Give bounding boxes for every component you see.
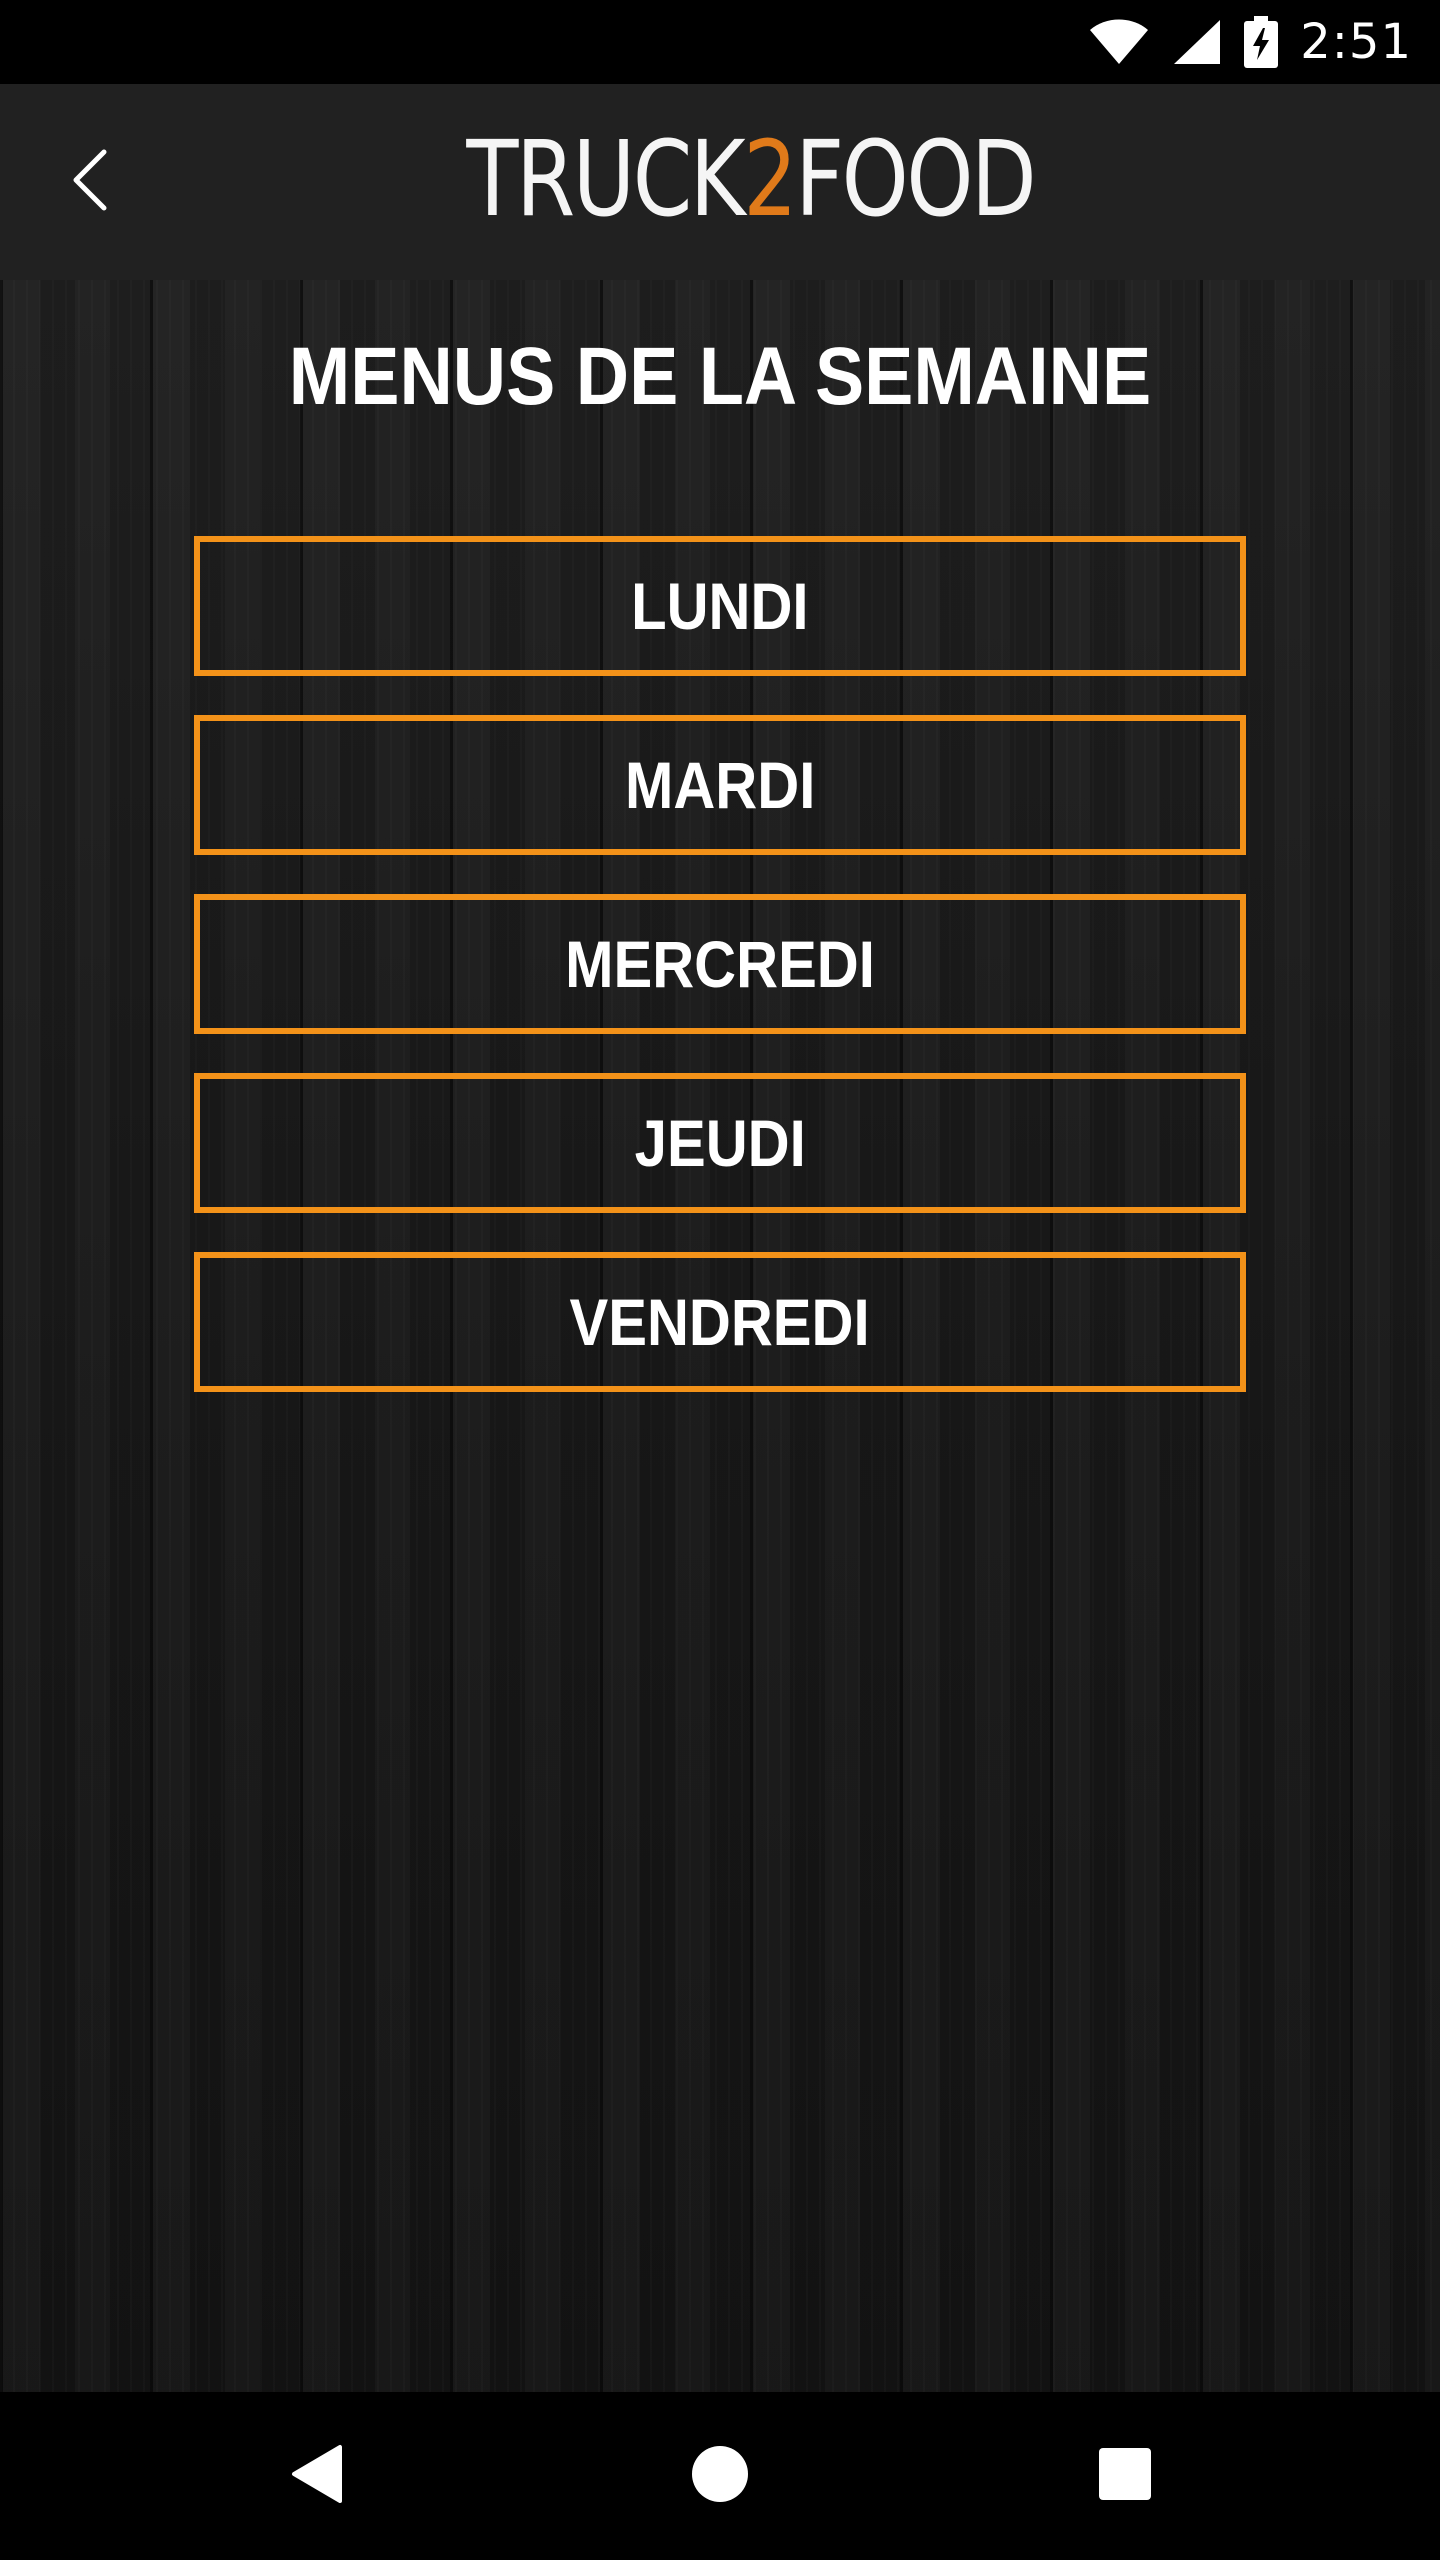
page-title: MENUS DE LA SEMAINE: [288, 331, 1152, 422]
logo-part-2: 2: [743, 118, 797, 240]
day-label: VENDREDI: [569, 1285, 871, 1359]
nav-recents-button[interactable]: [1075, 2426, 1175, 2526]
app-logo: TRUCK2FOOD: [466, 124, 1036, 234]
nav-home-button[interactable]: [670, 2426, 770, 2526]
day-button-jeudi[interactable]: JEUDI: [194, 1073, 1246, 1213]
status-time: 2:51: [1300, 14, 1412, 70]
day-button-mercredi[interactable]: MERCREDI: [194, 894, 1246, 1034]
day-label: MARDI: [624, 748, 816, 822]
day-label: LUNDI: [631, 569, 809, 643]
main-content: MENUS DE LA SEMAINE LUNDI MARDI MERCREDI…: [0, 280, 1440, 2392]
battery-charging-icon: [1244, 16, 1279, 68]
nav-home-icon: [690, 2444, 750, 2508]
cellular-signal-icon: [1172, 18, 1222, 66]
day-label: MERCREDI: [565, 927, 875, 1001]
nav-back-icon: [288, 2443, 344, 2509]
day-button-vendredi[interactable]: VENDREDI: [194, 1252, 1246, 1392]
day-label: JEUDI: [634, 1106, 806, 1180]
app-bar: TRUCK2FOOD: [0, 84, 1440, 280]
logo-text: TRUCK2FOOD: [466, 127, 1036, 231]
day-list: LUNDI MARDI MERCREDI JEUDI VENDREDI: [194, 536, 1246, 1431]
system-nav-bar: [0, 2392, 1440, 2560]
nav-back-button[interactable]: [266, 2426, 366, 2526]
back-button[interactable]: [40, 132, 140, 232]
logo-part-truck: TRUCK: [466, 118, 745, 240]
status-icons: 2:51: [1088, 0, 1412, 84]
logo-part-food: FOOD: [794, 118, 1037, 240]
day-button-lundi[interactable]: LUNDI: [194, 536, 1246, 676]
chevron-left-icon: [68, 148, 112, 216]
status-bar: 2:51: [0, 0, 1440, 84]
nav-recents-icon: [1098, 2447, 1152, 2505]
wifi-icon: [1088, 18, 1150, 66]
day-button-mardi[interactable]: MARDI: [194, 715, 1246, 855]
